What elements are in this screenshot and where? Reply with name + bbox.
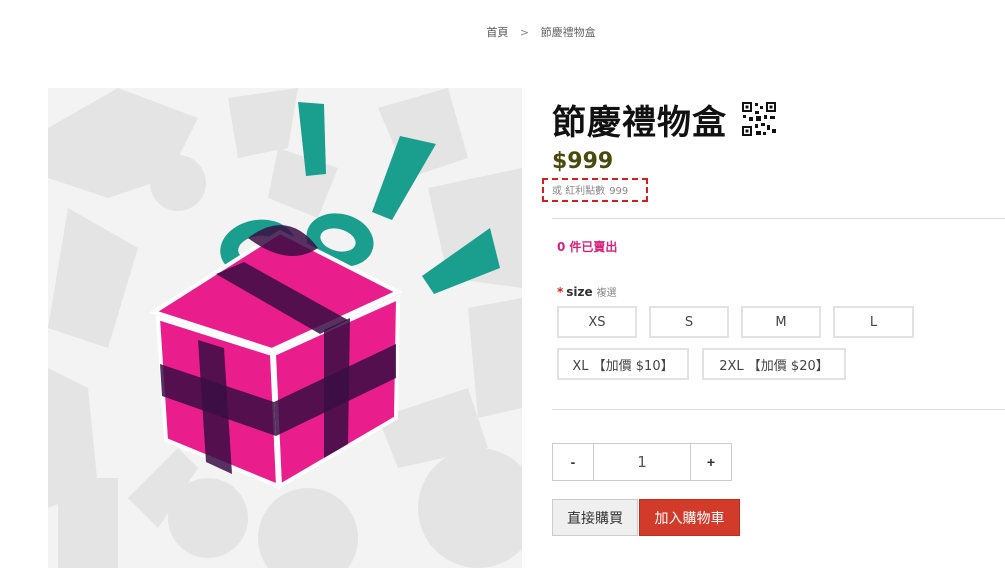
add-to-cart-button[interactable]: 加入購物車 [639,499,740,536]
product-info: 節慶禮物盒 $999 或 紅利點數 999 0 件已賣出 * size 複選 X… [542,94,1005,536]
sold-count-value: 0 [557,240,566,254]
quantity-input[interactable] [593,444,691,480]
quantity-minus-button[interactable]: - [553,444,593,480]
breadcrumb: 首頁 > 節慶禮物盒 [0,24,1005,40]
option-hint: 複選 [596,288,617,299]
bonus-points: 或 紅利點數 999 [552,182,628,197]
product-title: 節慶禮物盒 [552,102,727,143]
bonus-points-label: 或 紅利點數 [552,186,606,197]
product-image [48,88,522,568]
size-option-m[interactable]: M [741,306,821,338]
breadcrumb-home-link[interactable]: 首頁 [486,26,508,39]
size-option-xs[interactable]: XS [557,306,637,338]
title-row: 節慶禮物盒 [552,94,1005,144]
sold-count: 0 件已賣出 [557,238,617,255]
size-option-2xl[interactable]: 2XL 【加價 $20】 [702,348,846,380]
required-mark: * [557,285,564,299]
size-option-label: * size 複選 [557,284,617,299]
product-page: 首頁 > 節慶禮物盒 節慶禮物盒 $999 或 紅利點數 999 0 件已賣出 … [0,0,1005,584]
divider-top [552,218,1005,219]
bonus-points-value: 999 [609,186,629,197]
divider-bottom [552,409,1005,410]
gift-box-illustration [48,88,522,568]
breadcrumb-current: 節慶禮物盒 [540,26,596,39]
size-option-xl[interactable]: XL 【加價 $10】 [557,348,689,380]
quantity-stepper: - + [552,443,732,481]
size-option-s[interactable]: S [649,306,729,338]
sold-count-label: 件已賣出 [569,240,618,254]
quantity-plus-button[interactable]: + [691,444,731,480]
option-name: size [566,285,593,299]
size-option-l[interactable]: L [833,306,914,338]
buy-now-button[interactable]: 直接購買 [552,499,638,536]
product-price: $999 [552,149,614,174]
breadcrumb-separator: > [519,26,530,39]
qr-code-icon[interactable] [741,101,777,137]
